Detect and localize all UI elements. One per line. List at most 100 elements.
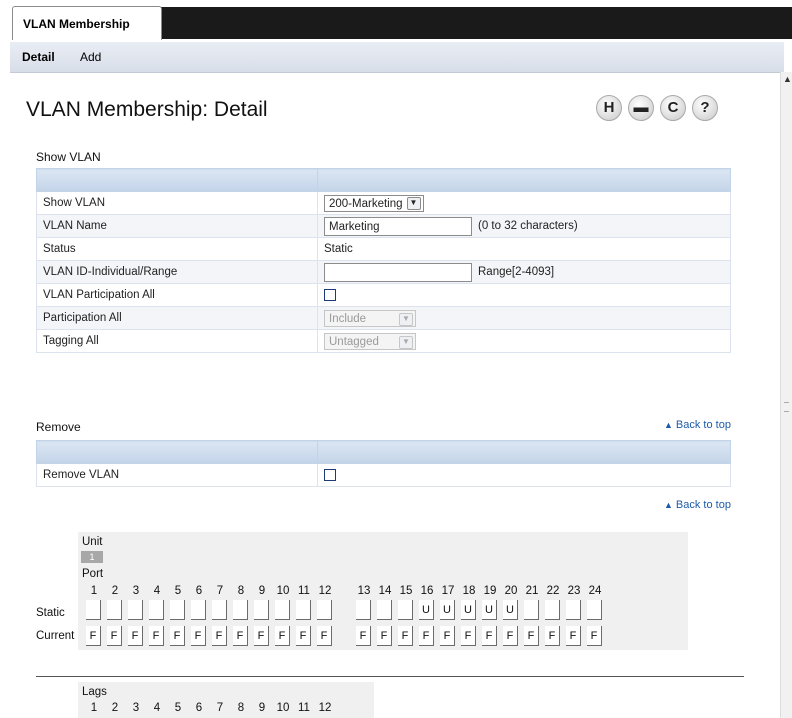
- port-number-24: 24: [588, 585, 602, 597]
- static-cell-port-17[interactable]: U: [440, 600, 455, 620]
- row-status: Status Static: [36, 237, 731, 261]
- static-cell-port-12[interactable]: [317, 600, 332, 620]
- current-cell-port-18: F: [461, 626, 476, 646]
- current-cell-port-13: F: [356, 626, 371, 646]
- current-cell-port-9: F: [254, 626, 269, 646]
- port-number-20: 20: [504, 585, 518, 597]
- current-cell-port-19: F: [482, 626, 497, 646]
- current-cell-port-21: F: [524, 626, 539, 646]
- static-cell-port-7[interactable]: [212, 600, 227, 620]
- static-cell-port-2[interactable]: [107, 600, 122, 620]
- current-cell-port-24: F: [587, 626, 602, 646]
- scroll-up-icon[interactable]: ▲: [783, 74, 792, 84]
- lag-number-5: 5: [174, 702, 182, 714]
- static-cell-port-5[interactable]: [170, 600, 185, 620]
- subnav-add[interactable]: Add: [80, 50, 101, 64]
- current-cell-port-23: F: [566, 626, 581, 646]
- static-cell-port-13[interactable]: [356, 600, 371, 620]
- chevron-down-icon[interactable]: ▼: [399, 335, 413, 349]
- static-cell-port-19[interactable]: U: [482, 600, 497, 620]
- unit-selector[interactable]: 1: [81, 551, 103, 563]
- static-cell-port-14[interactable]: [377, 600, 392, 620]
- chevron-down-icon[interactable]: ▼: [399, 312, 413, 326]
- lag-number-3: 3: [132, 702, 140, 714]
- chevron-down-icon[interactable]: ▼: [406, 196, 421, 210]
- remove-vlan-checkbox[interactable]: [324, 468, 336, 481]
- participation-all-check-label: VLAN Participation All: [36, 283, 318, 307]
- participation-all-select[interactable]: Include ▼: [324, 309, 416, 327]
- port-number-23: 23: [567, 585, 581, 597]
- lag-number-1: 1: [90, 702, 98, 714]
- help-icon[interactable]: ?: [692, 95, 718, 121]
- port-number-7: 7: [216, 585, 224, 597]
- current-cell-port-12: F: [317, 626, 332, 646]
- static-cell-port-18[interactable]: U: [461, 600, 476, 620]
- show-vlan-select[interactable]: 200-Marketing ▼: [324, 194, 424, 212]
- tab-vlan-membership[interactable]: VLAN Membership: [12, 6, 162, 40]
- back-to-top-link-2[interactable]: ▲ Back to top: [664, 499, 731, 511]
- vlan-id-input[interactable]: [324, 262, 472, 282]
- port-number-18: 18: [462, 585, 476, 597]
- vlan-name-input[interactable]: Marketing: [324, 216, 472, 236]
- static-cell-port-8[interactable]: [233, 600, 248, 620]
- static-cell-port-20[interactable]: U: [503, 600, 518, 620]
- static-cell-port-21[interactable]: [524, 600, 539, 620]
- back-to-top-label: Back to top: [675, 419, 731, 431]
- show-vlan-table: Show VLAN 200-Marketing ▼ VLAN Name Marke…: [36, 168, 731, 353]
- participation-all-checkbox[interactable]: [324, 288, 336, 301]
- tab-bar-background: [158, 7, 792, 39]
- refresh-icon[interactable]: C: [660, 95, 686, 121]
- current-cell-port-5: F: [170, 626, 185, 646]
- back-to-top-label: Back to top: [675, 499, 731, 511]
- port-number-2: 2: [111, 585, 119, 597]
- port-number-8: 8: [237, 585, 245, 597]
- current-cell-port-1: F: [86, 626, 101, 646]
- port-number-14: 14: [378, 585, 392, 597]
- row-vlan-name: VLAN Name Marketing (0 to 32 characters): [36, 214, 731, 238]
- table-header-row: [36, 440, 731, 464]
- static-cell-port-3[interactable]: [128, 600, 143, 620]
- print-icon[interactable]: ▬: [628, 95, 654, 121]
- arrow-up-icon: ▲: [664, 500, 673, 510]
- port-number-4: 4: [153, 585, 161, 597]
- scroll-grip[interactable]: [784, 402, 789, 412]
- current-cell-port-2: F: [107, 626, 122, 646]
- static-cell-port-1[interactable]: [86, 600, 101, 620]
- static-cell-port-16[interactable]: U: [419, 600, 434, 620]
- static-cell-port-6[interactable]: [191, 600, 206, 620]
- save-icon[interactable]: H: [596, 95, 622, 121]
- static-cell-port-4[interactable]: [149, 600, 164, 620]
- current-cell-port-6: F: [191, 626, 206, 646]
- vlan-id-hint: Range[2-4093]: [478, 266, 555, 279]
- current-cell-port-15: F: [398, 626, 413, 646]
- back-to-top-link[interactable]: ▲ Back to top: [664, 419, 731, 431]
- port-number-22: 22: [546, 585, 560, 597]
- vertical-scrollbar[interactable]: ▲: [780, 72, 792, 718]
- lags-label: Lags: [82, 686, 107, 698]
- port-number-15: 15: [399, 585, 413, 597]
- current-cell-port-7: F: [212, 626, 227, 646]
- tagging-all-select[interactable]: Untagged ▼: [324, 332, 416, 350]
- static-cell-port-23[interactable]: [566, 600, 581, 620]
- lag-number-6: 6: [195, 702, 203, 714]
- static-cell-port-24[interactable]: [587, 600, 602, 620]
- static-cell-port-10[interactable]: [275, 600, 290, 620]
- port-number-11: 11: [298, 585, 310, 597]
- page-title: VLAN Membership: Detail: [26, 98, 268, 121]
- current-cell-port-20: F: [503, 626, 518, 646]
- show-vlan-section-title: Show VLAN: [36, 150, 101, 164]
- lag-number-9: 9: [258, 702, 266, 714]
- current-cell-port-11: F: [296, 626, 311, 646]
- lag-number-4: 4: [153, 702, 161, 714]
- status-value: Static: [317, 237, 731, 261]
- row-remove-vlan: Remove VLAN: [36, 463, 731, 487]
- subnav-detail[interactable]: Detail: [22, 50, 55, 64]
- static-cell-port-11[interactable]: [296, 600, 311, 620]
- current-cell-port-10: F: [275, 626, 290, 646]
- static-cell-port-15[interactable]: [398, 600, 413, 620]
- row-participation-all-check: VLAN Participation All: [36, 283, 731, 307]
- static-cell-port-22[interactable]: [545, 600, 560, 620]
- participation-all-value: Include: [329, 312, 367, 325]
- port-number-1: 1: [90, 585, 98, 597]
- static-cell-port-9[interactable]: [254, 600, 269, 620]
